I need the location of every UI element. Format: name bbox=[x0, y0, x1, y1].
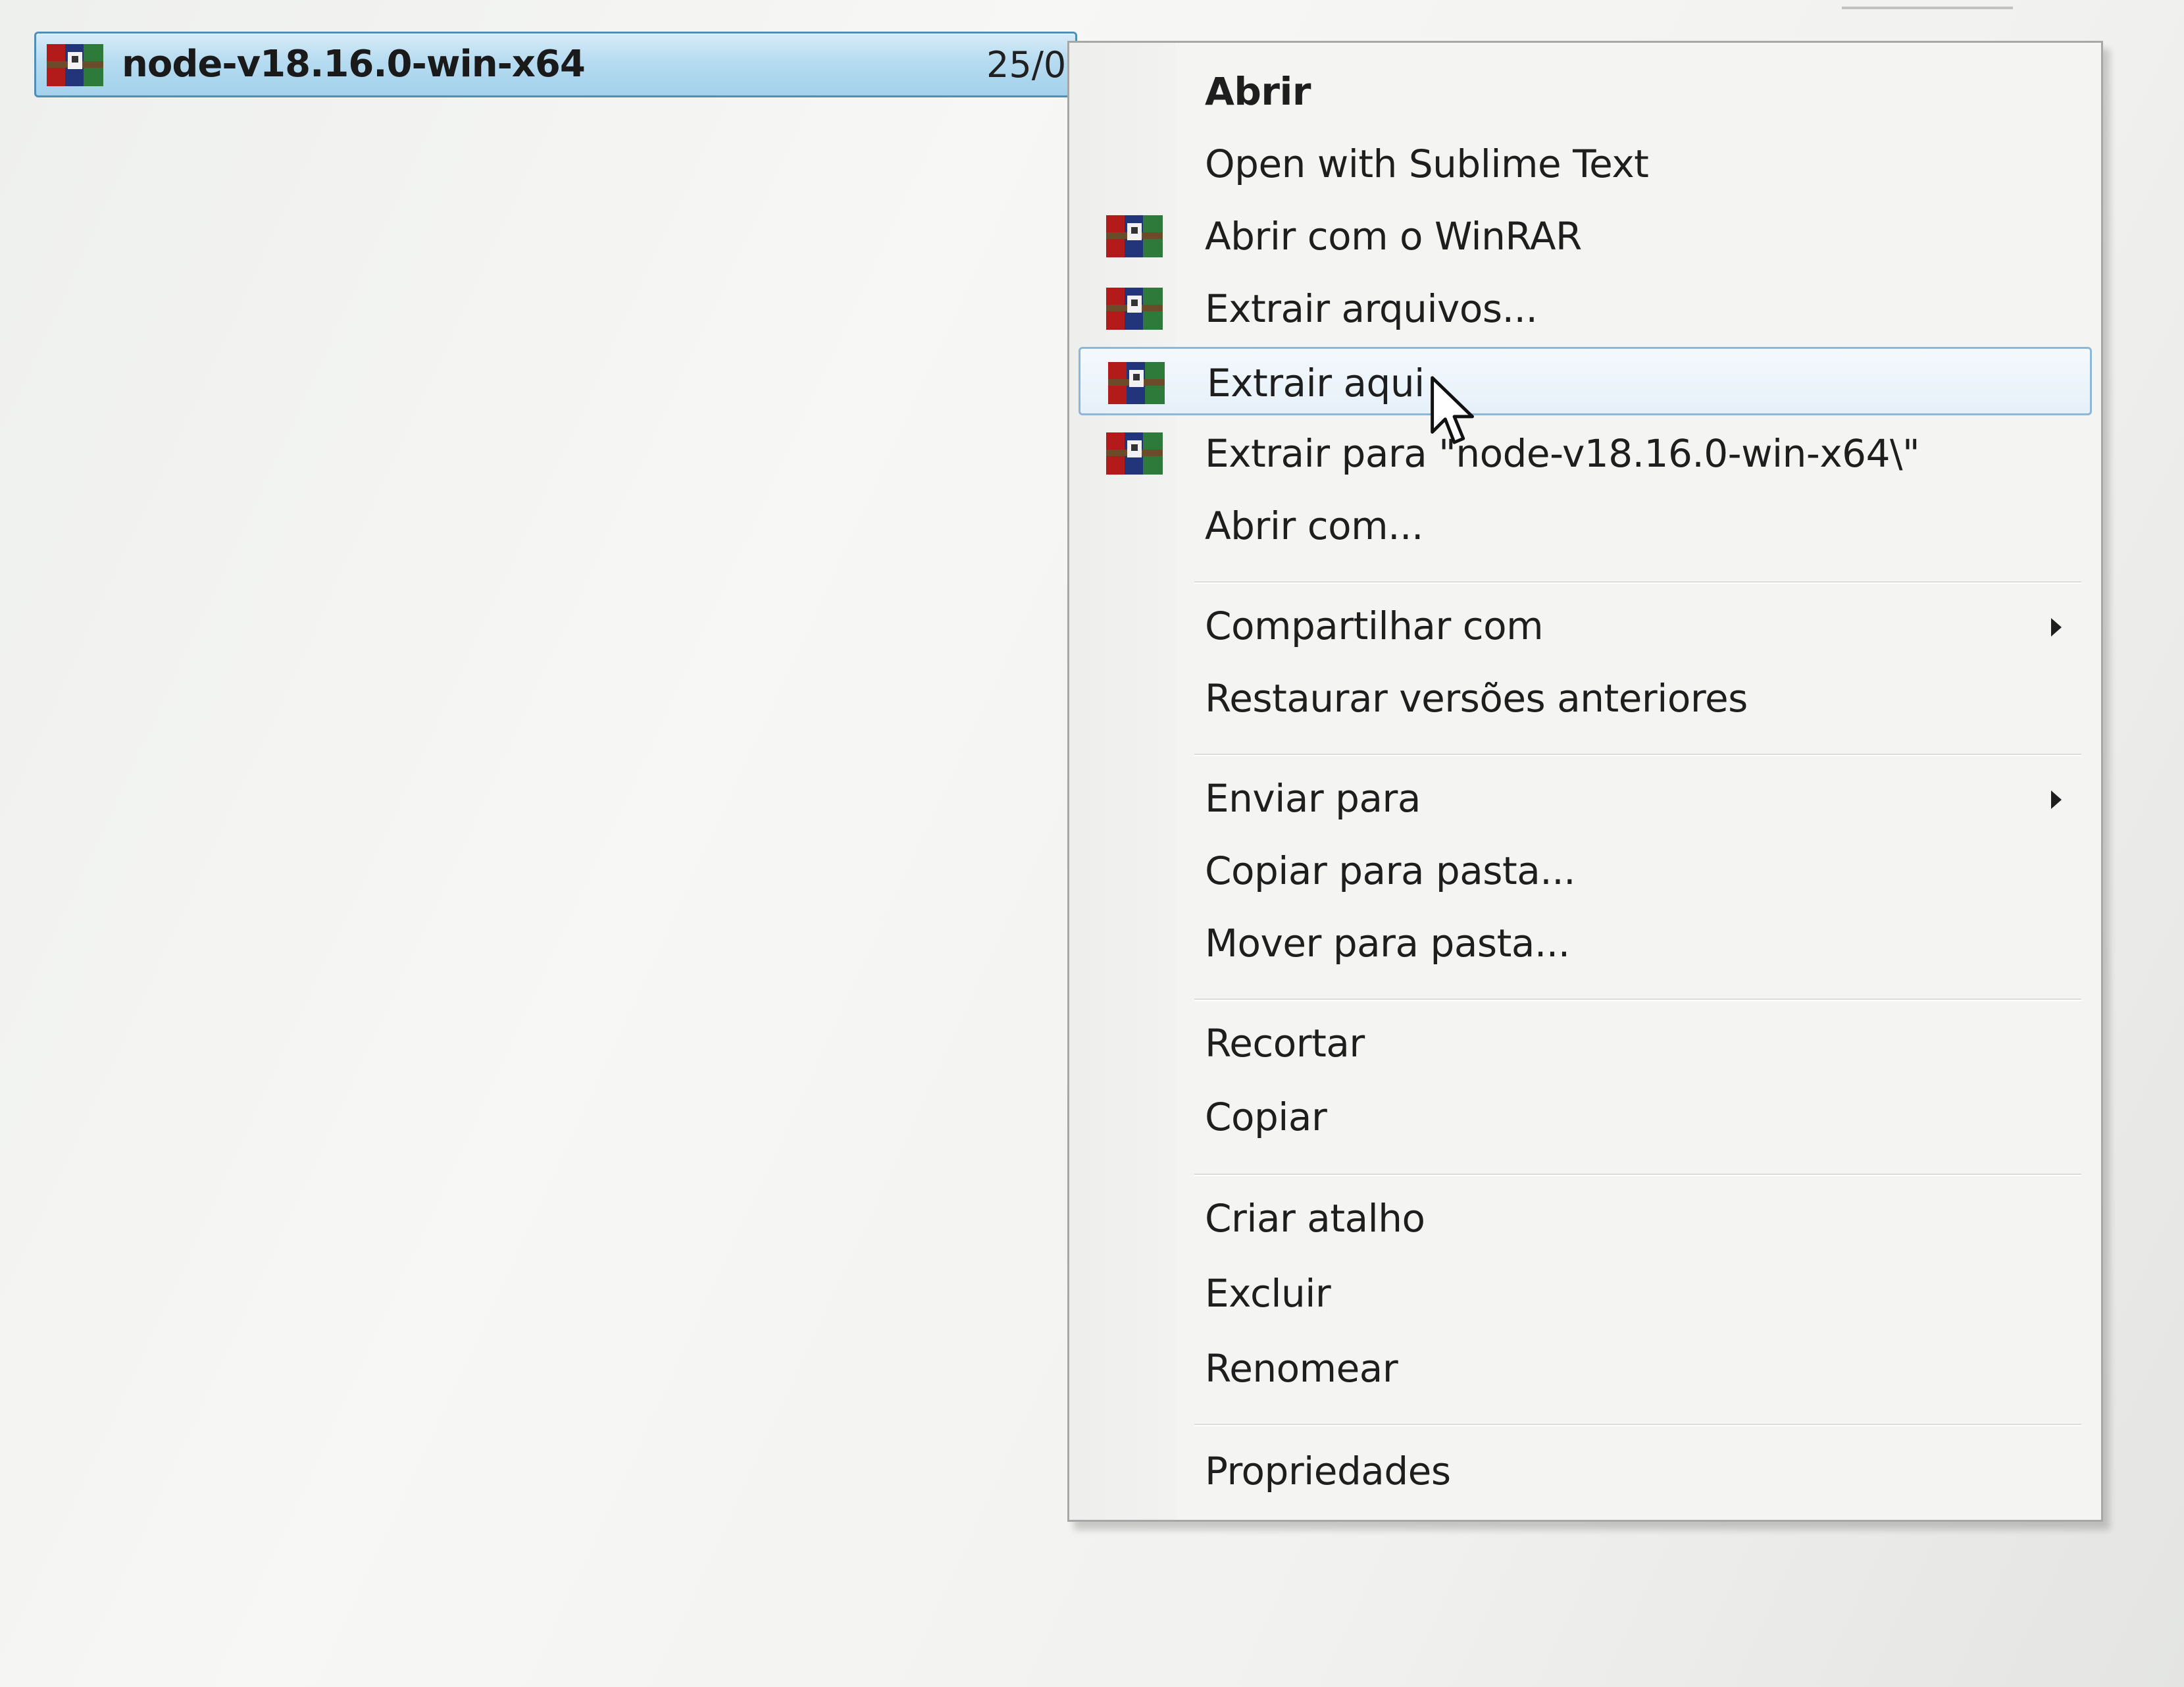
menu-item-extrair-arquivos[interactable]: Extrair arquivos... bbox=[1079, 274, 2092, 343]
menu-item-label: Propriedades bbox=[1205, 1449, 1451, 1493]
menu-item-excluir[interactable]: Excluir bbox=[1079, 1259, 2092, 1328]
menu-item-label: Open with Sublime Text bbox=[1205, 142, 1649, 186]
menu-item-label: Recortar bbox=[1205, 1021, 1365, 1066]
menu-item-label: Restaurar versões anteriores bbox=[1205, 676, 1748, 721]
menu-item-label: Copiar para pasta... bbox=[1205, 848, 1576, 893]
submenu-arrow-icon bbox=[2051, 618, 2062, 636]
menu-item-extrair-aqui[interactable]: Extrair aqui bbox=[1079, 347, 2092, 415]
menu-item-extrair-para[interactable]: Extrair para "node-v18.16.0-win-x64\" bbox=[1079, 419, 2092, 488]
winrar-icon bbox=[1108, 362, 1165, 404]
menu-item-propriedades[interactable]: Propriedades bbox=[1079, 1437, 2092, 1505]
menu-item-recortar[interactable]: Recortar bbox=[1079, 1009, 2092, 1077]
menu-item-mover-para-pasta[interactable]: Mover para pasta... bbox=[1079, 909, 2092, 977]
menu-item-restaurar-versoes[interactable]: Restaurar versões anteriores bbox=[1079, 664, 2092, 733]
menu-item-copiar[interactable]: Copiar bbox=[1079, 1083, 2092, 1151]
menu-separator bbox=[1194, 754, 2081, 756]
menu-item-label: Abrir com o WinRAR bbox=[1205, 214, 1582, 259]
menu-item-label: Renomear bbox=[1205, 1346, 1398, 1391]
selected-file-row[interactable]: node-v18.16.0-win-x64 25/0 bbox=[34, 32, 1077, 97]
menu-item-renomear[interactable]: Renomear bbox=[1079, 1334, 2092, 1403]
menu-item-label: Copiar bbox=[1205, 1095, 1327, 1139]
file-name: node-v18.16.0-win-x64 bbox=[122, 43, 586, 86]
menu-item-abrir[interactable]: Abrir bbox=[1079, 57, 2092, 126]
winrar-icon bbox=[1106, 215, 1163, 257]
menu-item-compartilhar-com[interactable]: Compartilhar com bbox=[1079, 592, 2092, 660]
column-header-fragment bbox=[1842, 0, 2013, 9]
menu-item-copiar-para-pasta[interactable]: Copiar para pasta... bbox=[1079, 837, 2092, 905]
menu-separator bbox=[1194, 1174, 2081, 1176]
file-date-fragment: 25/0 bbox=[986, 44, 1067, 86]
menu-item-label: Abrir com... bbox=[1205, 504, 1423, 548]
menu-item-label: Compartilhar com bbox=[1205, 604, 1544, 648]
menu-item-label: Enviar para bbox=[1205, 776, 1421, 821]
mouse-pointer-icon bbox=[1431, 376, 1474, 444]
menu-item-label: Excluir bbox=[1205, 1271, 1331, 1316]
menu-item-abrir-com-winrar[interactable]: Abrir com o WinRAR bbox=[1079, 202, 2092, 271]
menu-separator bbox=[1194, 581, 2081, 584]
submenu-arrow-icon bbox=[2051, 791, 2062, 809]
winrar-archive-icon bbox=[47, 44, 103, 86]
menu-item-label: Extrair aqui bbox=[1207, 361, 1425, 405]
menu-item-criar-atalho[interactable]: Criar atalho bbox=[1079, 1184, 2092, 1253]
context-menu: Abrir Open with Sublime Text Abrir com o… bbox=[1067, 41, 2103, 1522]
winrar-icon bbox=[1106, 432, 1163, 475]
menu-item-label: Abrir bbox=[1205, 69, 1311, 114]
menu-item-label: Criar atalho bbox=[1205, 1196, 1425, 1241]
menu-item-label: Extrair para "node-v18.16.0-win-x64\" bbox=[1205, 431, 1920, 476]
file-explorer-window: node-v18.16.0-win-x64 25/0 Abrir Open wi… bbox=[0, 0, 2184, 1687]
menu-item-open-with-sublime[interactable]: Open with Sublime Text bbox=[1079, 130, 2092, 198]
menu-item-label: Extrair arquivos... bbox=[1205, 286, 1538, 331]
menu-separator bbox=[1194, 999, 2081, 1001]
menu-item-abrir-com[interactable]: Abrir com... bbox=[1079, 492, 2092, 560]
menu-item-enviar-para[interactable]: Enviar para bbox=[1079, 764, 2092, 833]
winrar-icon bbox=[1106, 288, 1163, 330]
menu-item-label: Mover para pasta... bbox=[1205, 921, 1570, 966]
menu-separator bbox=[1194, 1424, 2081, 1426]
